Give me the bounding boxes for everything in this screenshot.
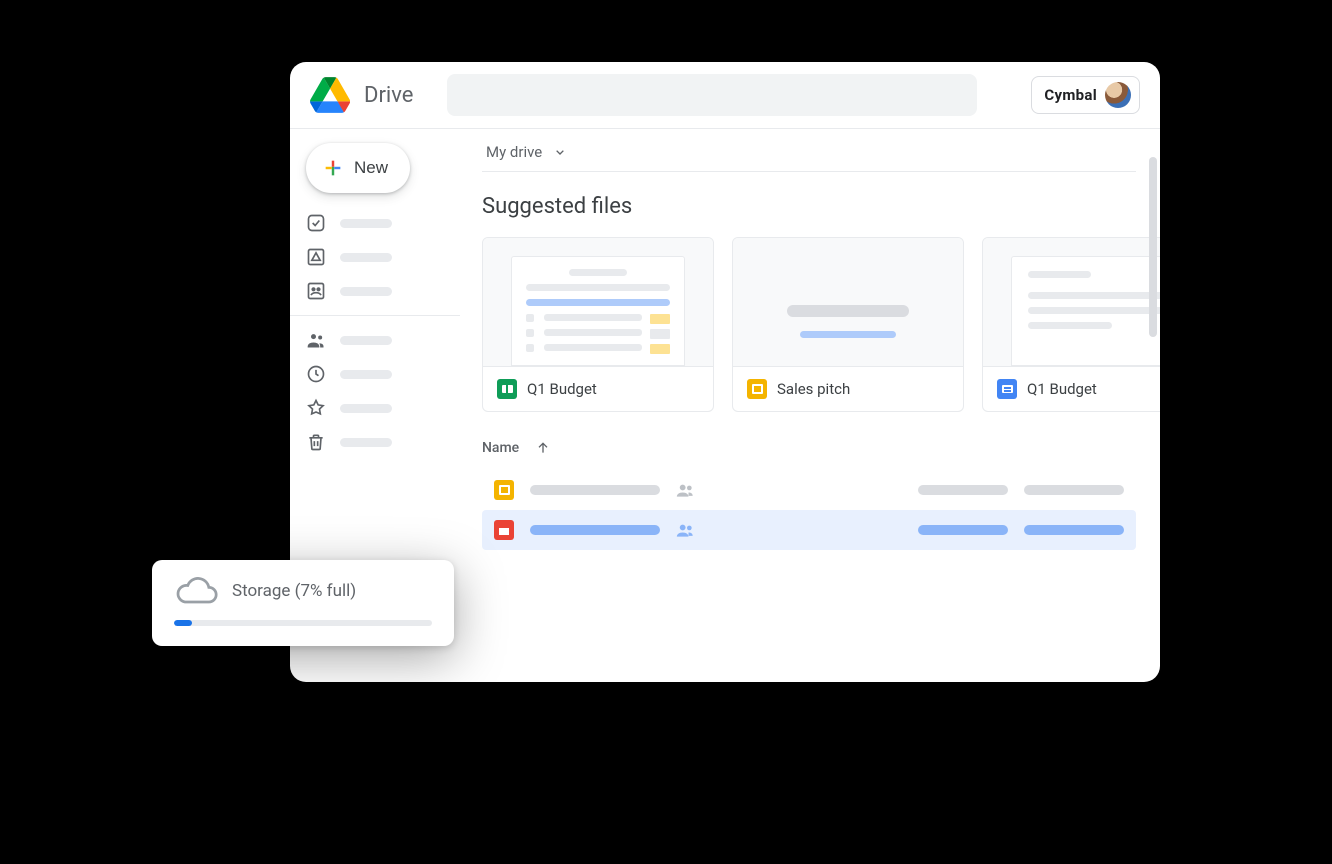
- app-title: Drive: [364, 83, 413, 108]
- scrollbar-thumb[interactable]: [1149, 157, 1157, 337]
- storage-progress: [174, 620, 432, 626]
- file-list: [482, 470, 1136, 550]
- section-title: Suggested files: [482, 194, 1160, 219]
- slides-icon: [494, 480, 514, 500]
- people-icon: [676, 523, 696, 537]
- sidebar-item-starred[interactable]: [306, 398, 448, 418]
- cloud-icon: [174, 576, 218, 606]
- storage-card[interactable]: Storage (7% full): [152, 560, 454, 646]
- storage-progress-fill: [174, 620, 192, 626]
- people-icon: [676, 483, 696, 497]
- clock-icon: [306, 364, 326, 384]
- people-icon: [306, 330, 326, 350]
- main-content: My drive Suggested files: [460, 129, 1160, 682]
- search-input[interactable]: [447, 74, 977, 116]
- avatar: [1105, 82, 1131, 108]
- trash-icon: [306, 432, 326, 452]
- new-button[interactable]: New: [306, 143, 410, 193]
- check-square-icon: [306, 213, 326, 233]
- image-icon: [494, 520, 514, 540]
- storage-label: Storage (7% full): [232, 581, 356, 601]
- suggested-card[interactable]: Q1 Budget: [982, 237, 1160, 412]
- breadcrumb-label: My drive: [486, 143, 542, 161]
- star-icon: [306, 398, 326, 418]
- column-name: Name: [482, 440, 519, 456]
- file-name: Q1 Budget: [1027, 380, 1097, 398]
- drive-logo-icon: [310, 76, 350, 114]
- sidebar-nav-bottom: [306, 330, 448, 452]
- breadcrumb[interactable]: My drive: [482, 129, 572, 171]
- sheets-icon: [497, 379, 517, 399]
- suggested-cards: Q1 Budget Sales pitch: [482, 237, 1160, 412]
- suggested-card[interactable]: Sales pitch: [732, 237, 964, 412]
- slides-icon: [747, 379, 767, 399]
- sidebar-item-computers[interactable]: [306, 281, 448, 301]
- list-item[interactable]: [482, 510, 1136, 550]
- account-name: Cymbal: [1044, 86, 1097, 104]
- sidebar-item-trash[interactable]: [306, 432, 448, 452]
- sidebar-nav-top: [306, 213, 448, 301]
- new-button-label: New: [354, 158, 388, 178]
- suggested-card[interactable]: Q1 Budget: [482, 237, 714, 412]
- list-header[interactable]: Name: [482, 440, 1160, 456]
- app-header: Drive Cymbal: [290, 62, 1160, 129]
- file-name: Q1 Budget: [527, 380, 597, 398]
- shared-drives-icon: [306, 281, 326, 301]
- chevron-down-icon: [552, 144, 568, 160]
- plus-icon: [322, 157, 344, 179]
- arrow-up-icon: [535, 440, 551, 456]
- account-switcher[interactable]: Cymbal: [1031, 76, 1140, 114]
- file-name: Sales pitch: [777, 380, 850, 398]
- list-item[interactable]: [482, 470, 1136, 510]
- sidebar-item-mydrive[interactable]: [306, 247, 448, 267]
- sidebar-divider: [290, 315, 460, 316]
- sidebar-item-priority[interactable]: [306, 213, 448, 233]
- sidebar-item-recent[interactable]: [306, 364, 448, 384]
- docs-icon: [997, 379, 1017, 399]
- sidebar-item-shared[interactable]: [306, 330, 448, 350]
- drive-triangle-icon: [306, 247, 326, 267]
